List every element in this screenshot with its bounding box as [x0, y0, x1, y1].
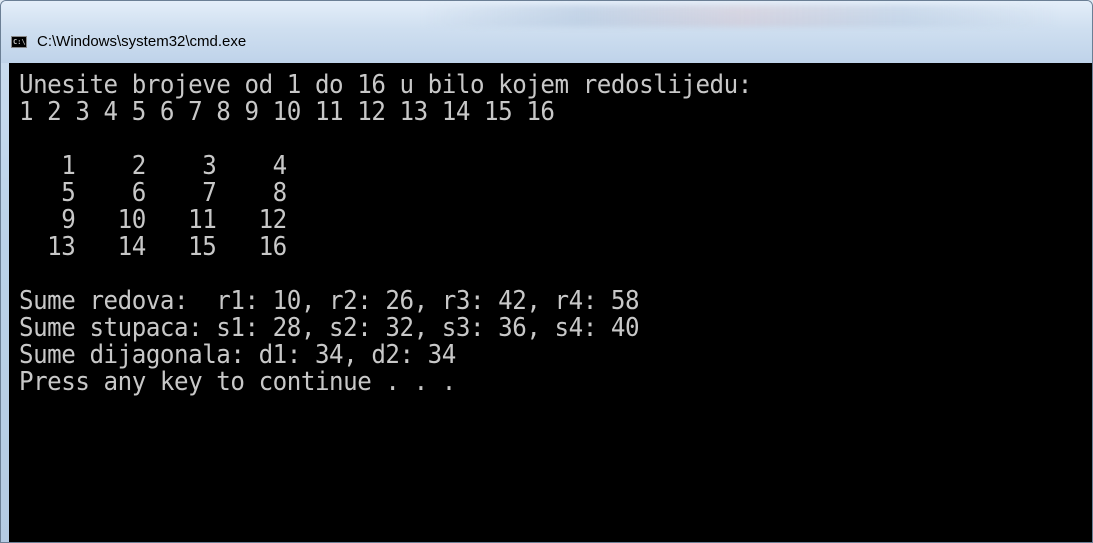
console-line-prompt: Unesite brojeve od 1 do 16 u bilo kojem …: [19, 70, 752, 100]
window-title: C:\Windows\system32\cmd.exe: [37, 33, 247, 50]
cmd-icon-glyph: C:\: [13, 38, 26, 46]
console-line-blank: [19, 261, 752, 288]
column-sums-line: Sume stupaca: s1: 28, s2: 32, s3: 36, s4…: [19, 313, 640, 343]
cmd-window: C:\ C:\Windows\system32\cmd.exe Unesite …: [0, 0, 1093, 543]
row-sums-line: Sume redova: r1: 10, r2: 26, r3: 42, r4:…: [19, 286, 640, 316]
matrix-row-4: 13 14 15 16: [19, 232, 287, 262]
console-line-input: 1 2 3 4 5 6 7 8 9 10 11 12 13 14 15 16: [19, 97, 555, 127]
matrix-row-2: 5 6 7 8: [19, 178, 287, 208]
cmd-icon[interactable]: C:\: [11, 36, 27, 48]
matrix-row-1: 1 2 3 4: [19, 151, 287, 181]
press-any-key-line: Press any key to continue . . .: [19, 367, 456, 397]
console-line-blank: [19, 126, 752, 153]
diagonal-sums-line: Sume dijagonala: d1: 34, d2: 34: [19, 340, 456, 370]
console-area[interactable]: Unesite brojeve od 1 do 16 u bilo kojem …: [9, 63, 1092, 542]
console-output: Unesite brojeve od 1 do 16 u bilo kojem …: [19, 72, 752, 396]
title-bar-glass: [421, 5, 1061, 27]
title-bar[interactable]: C:\ C:\Windows\system32\cmd.exe: [1, 1, 1092, 63]
matrix-row-3: 9 10 11 12: [19, 205, 287, 235]
